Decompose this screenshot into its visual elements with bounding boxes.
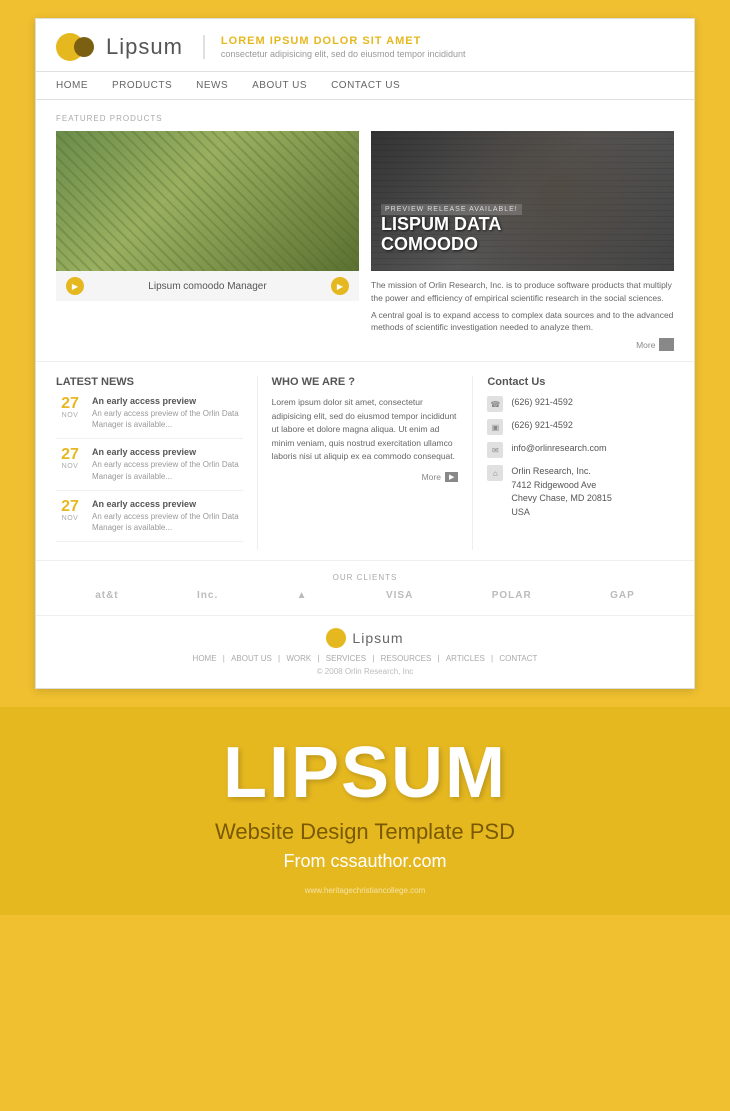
footer-link-resources[interactable]: RESOURCES bbox=[381, 654, 432, 663]
promo-title: LIPSUM bbox=[20, 737, 710, 809]
footer-links: HOME | ABOUT US | WORK | SERVICES | RESO… bbox=[56, 654, 674, 663]
nav-news[interactable]: NEWS bbox=[196, 80, 228, 91]
logo-wrap: Lipsum bbox=[56, 33, 183, 61]
client-logo-inc: Inc. bbox=[197, 590, 218, 601]
contact-fax-item: ▣ (626) 921-4592 bbox=[487, 419, 674, 435]
news-date-0: 27 NOV bbox=[56, 396, 84, 430]
more-arrow-icon[interactable]: ▶ bbox=[659, 338, 674, 351]
featured-right: PREVIEW RELEASE AVAILABLE! LISPUM DATACO… bbox=[371, 131, 674, 351]
who-more: More ▶ bbox=[272, 472, 459, 482]
featured-section: FEATURED PRODUCTS ▶ Lipsum comoodo Manag… bbox=[36, 100, 694, 361]
client-logo-visa: VISA bbox=[386, 590, 413, 601]
promo-watermark: www.heritagechristiancollege.com bbox=[20, 886, 710, 895]
contact-email: info@orlinresearch.com bbox=[511, 442, 606, 456]
col-news: LATEST NEWS 27 NOV An early access previ… bbox=[56, 376, 258, 550]
contact-address: Orlin Research, Inc. 7412 Ridgewood Ave … bbox=[511, 465, 612, 519]
footer-link-contact[interactable]: CONTACT bbox=[499, 654, 537, 663]
logo-circle-dark bbox=[74, 37, 94, 57]
featured-overlay: PREVIEW RELEASE AVAILABLE! LISPUM DATACO… bbox=[381, 204, 522, 255]
contact-fax: (626) 921-4592 bbox=[511, 419, 573, 433]
contact-phone: (626) 921-4592 bbox=[511, 396, 573, 410]
news-content-2: An early access preview An early access … bbox=[92, 499, 243, 533]
contact-title: Contact Us bbox=[487, 376, 674, 388]
featured-grid: ▶ Lipsum comoodo Manager ▶ PREVIEW RELEA… bbox=[56, 131, 674, 351]
nav-contact[interactable]: CONTACT US bbox=[331, 80, 400, 91]
featured-desc-2: A central goal is to expand access to co… bbox=[371, 309, 674, 335]
logo-text: Lipsum bbox=[106, 34, 183, 60]
tagline-sub: consectetur adipisicing elit, sed do eiu… bbox=[221, 49, 466, 59]
who-body: Lorem ipsum dolor sit amet, consectetur … bbox=[272, 396, 459, 464]
site-header: Lipsum LOREM IPSUM DOLOR SIT AMET consec… bbox=[36, 19, 694, 72]
news-item: 27 NOV An early access preview An early … bbox=[56, 396, 243, 439]
contact-email-item: ✉ info@orlinresearch.com bbox=[487, 442, 674, 458]
contact-address-item: ⌂ Orlin Research, Inc. 7412 Ridgewood Av… bbox=[487, 465, 674, 519]
header-tagline: LOREM IPSUM DOLOR SIT AMET consectetur a… bbox=[203, 35, 466, 59]
footer-logo-circle bbox=[326, 628, 346, 648]
website-mockup-card: Lipsum LOREM IPSUM DOLOR SIT AMET consec… bbox=[35, 18, 695, 689]
news-title: LATEST NEWS bbox=[56, 376, 243, 388]
featured-caption: ▶ Lipsum comoodo Manager ▶ bbox=[56, 271, 359, 301]
footer-link-services[interactable]: SERVICES bbox=[326, 654, 366, 663]
fax-icon: ▣ bbox=[487, 419, 503, 435]
news-date-1: 27 NOV bbox=[56, 447, 84, 481]
tagline-title: LOREM IPSUM DOLOR SIT AMET bbox=[221, 35, 466, 47]
news-date-2: 27 NOV bbox=[56, 499, 84, 533]
footer-link-articles[interactable]: ARTICLES bbox=[446, 654, 485, 663]
address-icon: ⌂ bbox=[487, 465, 503, 481]
col-contact: Contact Us ☎ (626) 921-4592 ▣ (626) 921-… bbox=[473, 376, 674, 550]
nav-home[interactable]: HOME bbox=[56, 80, 88, 91]
featured-image-cactus bbox=[56, 131, 359, 271]
site-footer: Lipsum HOME | ABOUT US | WORK | SERVICES… bbox=[36, 615, 694, 688]
col-who: WHO WE ARE ? Lorem ipsum dolor sit amet,… bbox=[258, 376, 474, 550]
promo-section: LIPSUM Website Design Template PSD From … bbox=[0, 707, 730, 915]
contact-phone-item: ☎ (626) 921-4592 bbox=[487, 396, 674, 412]
client-logo-arrow: ▲ bbox=[297, 590, 308, 601]
news-content-0: An early access preview An early access … bbox=[92, 396, 243, 430]
email-icon: ✉ bbox=[487, 442, 503, 458]
news-content-1: An early access preview An early access … bbox=[92, 447, 243, 481]
play-button[interactable]: ▶ bbox=[66, 277, 84, 295]
footer-link-home[interactable]: HOME bbox=[193, 654, 217, 663]
promo-from: From cssauthor.com bbox=[20, 851, 710, 872]
featured-desc: The mission of Orlin Research, Inc. is t… bbox=[371, 279, 674, 351]
caption-text: Lipsum comoodo Manager bbox=[84, 281, 331, 292]
footer-link-work[interactable]: WORK bbox=[286, 654, 311, 663]
client-logo-gap: GAP bbox=[610, 590, 635, 601]
client-logo-polar: POLAR bbox=[492, 590, 532, 601]
featured-image-statue: PREVIEW RELEASE AVAILABLE! LISPUM DATACO… bbox=[371, 131, 674, 271]
footer-link-about[interactable]: ABOUT US bbox=[231, 654, 272, 663]
footer-logo-text: Lipsum bbox=[352, 630, 403, 646]
phone-icon: ☎ bbox=[487, 396, 503, 412]
site-nav: HOME PRODUCTS NEWS ABOUT US CONTACT US bbox=[36, 72, 694, 100]
news-item: 27 NOV An early access preview An early … bbox=[56, 447, 243, 490]
who-more-arrow-icon[interactable]: ▶ bbox=[445, 472, 458, 482]
footer-logo: Lipsum bbox=[56, 628, 674, 648]
footer-copyright: © 2008 Orlin Research, Inc bbox=[56, 667, 674, 676]
client-logo-att: at&t bbox=[95, 590, 118, 601]
featured-desc-1: The mission of Orlin Research, Inc. is t… bbox=[371, 279, 674, 305]
nav-products[interactable]: PRODUCTS bbox=[112, 80, 172, 91]
next-button[interactable]: ▶ bbox=[331, 277, 349, 295]
nav-about[interactable]: ABOUT US bbox=[252, 80, 307, 91]
featured-more: More ▶ bbox=[371, 338, 674, 351]
clients-grid: at&t Inc. ▲ VISA POLAR GAP bbox=[56, 590, 674, 601]
promo-subtitle: Website Design Template PSD bbox=[20, 819, 710, 845]
featured-label: FEATURED PRODUCTS bbox=[56, 114, 674, 123]
overlay-title: LISPUM DATACOMOODO bbox=[381, 215, 522, 255]
featured-left: ▶ Lipsum comoodo Manager ▶ bbox=[56, 131, 359, 351]
who-title: WHO WE ARE ? bbox=[272, 376, 459, 388]
clients-label: OUR CLIENTS bbox=[56, 573, 674, 582]
clients-section: OUR CLIENTS at&t Inc. ▲ VISA POLAR GAP bbox=[36, 560, 694, 615]
news-item: 27 NOV An early access preview An early … bbox=[56, 499, 243, 542]
three-col-section: LATEST NEWS 27 NOV An early access previ… bbox=[36, 361, 694, 560]
